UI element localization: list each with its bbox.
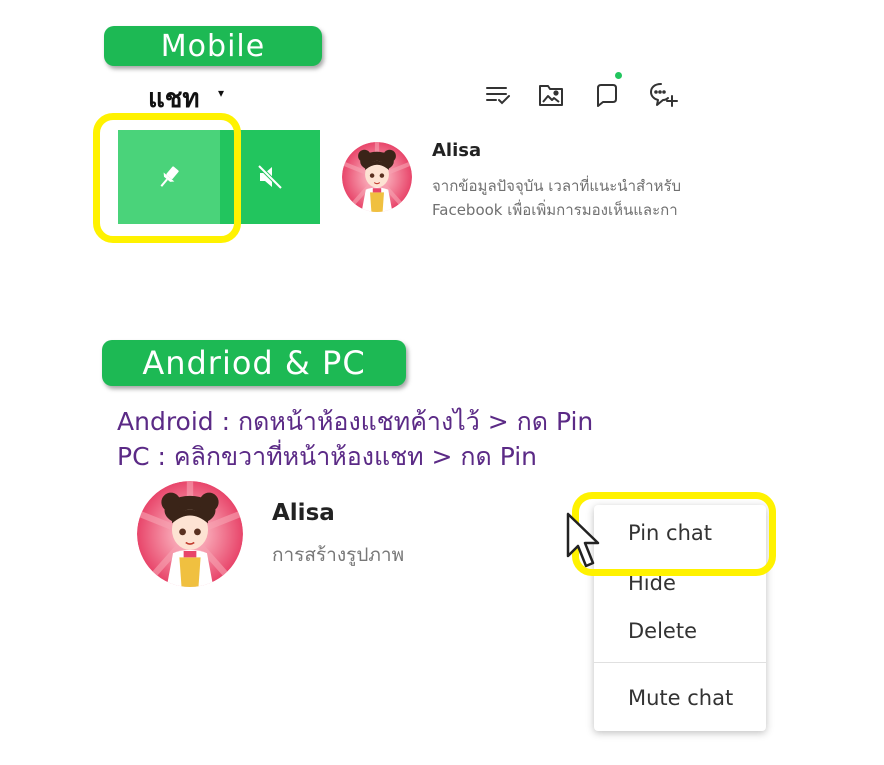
chat-preview-line-1: จากข้อมูลปัจจุบัน เวลาที่แนะนำสำหรับ: [432, 177, 682, 195]
chat-preview-line-2: Facebook เพื่อเพิ่มการมองเห็นและกา: [432, 201, 678, 219]
android-instruction: Android : กดหน้าห้องแชทค้างไว้ > กด Pin: [117, 407, 594, 436]
mute-icon: [257, 164, 283, 190]
chat-name: Alisa: [432, 140, 482, 161]
android-pc-label-badge: Andriod & PC: [102, 340, 406, 386]
pin-chat-highlight-frame: [572, 492, 776, 576]
square-chat-icon[interactable]: [590, 72, 624, 112]
mouse-pointer-icon: [566, 512, 600, 568]
checklist-icon[interactable]: [481, 78, 515, 112]
menu-item-mute-chat[interactable]: Mute chat: [628, 686, 733, 710]
menu-item-delete[interactable]: Delete: [628, 619, 697, 643]
mobile-label-text: Mobile: [160, 28, 266, 64]
android-pc-label-text: Andriod & PC: [142, 344, 366, 382]
chat-name: Alisa: [272, 500, 335, 526]
avatar[interactable]: [137, 481, 243, 587]
menu-divider: [594, 662, 766, 663]
photo-folder-icon[interactable]: [534, 78, 568, 112]
mobile-label-badge: Mobile: [104, 26, 322, 66]
new-chat-icon[interactable]: [646, 78, 680, 112]
notification-dot: [615, 72, 622, 79]
chat-preview: การสร้างรูปภาพ: [272, 544, 405, 566]
avatar[interactable]: [342, 142, 412, 212]
pc-instruction: PC : คลิกขวาที่หน้าห้องแชท > กด Pin: [117, 442, 538, 471]
dropdown-caret-icon[interactable]: ▾: [218, 86, 224, 100]
pin-highlight-frame: [93, 113, 241, 243]
